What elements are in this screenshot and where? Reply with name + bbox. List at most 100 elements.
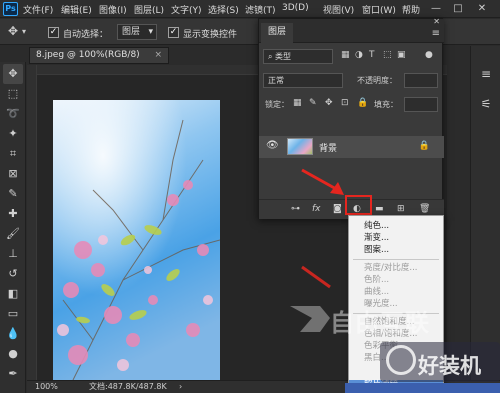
move-icon[interactable]: ✥ (3, 64, 23, 84)
visibility-eye-icon[interactable]: 👁 (266, 140, 279, 151)
eraser-icon[interactable]: ◧ (3, 284, 23, 304)
history-brush-icon[interactable]: ↺ (3, 264, 23, 284)
layer-lock-icon[interactable]: 🔒 (419, 141, 430, 151)
minimize-icon[interactable]: — (428, 2, 444, 16)
photoshop-logo-icon: Ps (3, 2, 18, 16)
watermark-text: 自由互联 (330, 309, 430, 337)
menu-bar: Ps 文件(F) 编辑(E) 图像(I) 图层(L) 文字(Y) 选择(S) 滤… (0, 0, 500, 18)
lock-all-icon[interactable]: 🔒 (357, 98, 368, 108)
fx-icon[interactable]: fx (312, 204, 321, 214)
magic-wand-icon[interactable]: ✦ (3, 124, 23, 144)
panel-options-icon[interactable]: ≡ (432, 28, 440, 39)
stamp-icon[interactable]: ⊥ (3, 244, 23, 264)
menu-view[interactable]: 视图(V) (323, 3, 354, 16)
document-tab[interactable]: 8.jpeg @ 100%(RGB/8) × (29, 47, 169, 64)
panel-menu-icon[interactable]: ≡ (478, 66, 494, 82)
marquee-icon[interactable]: ⬚ (3, 84, 23, 104)
document-image[interactable] (53, 100, 220, 380)
filter-toggle-icon[interactable]: ● (425, 50, 433, 60)
lock-position-icon[interactable]: ✥ (325, 98, 333, 108)
menu-item-brightness-contrast[interactable]: 亮度/对比度... (349, 263, 443, 274)
add-mask-icon[interactable]: ◙ (333, 204, 342, 214)
layer-row-background[interactable]: 👁 背景 🔒 (259, 136, 444, 158)
show-transform-label: 显示变换控件 (183, 30, 238, 40)
fill-field[interactable] (404, 97, 438, 112)
lock-transparent-icon[interactable]: ▦ (293, 98, 302, 108)
pen-icon[interactable]: ✒ (3, 364, 23, 384)
eyedropper-icon[interactable]: ✎ (3, 184, 23, 204)
document-title: 8.jpeg @ 100%(RGB/8) (36, 50, 140, 60)
opacity-field[interactable] (404, 73, 438, 88)
close-icon[interactable]: × (154, 48, 162, 63)
lock-label: 锁定： (265, 100, 289, 109)
opacity-label: 不透明度： (357, 76, 397, 85)
arrow-annotation-icon (301, 168, 344, 195)
menu-filter[interactable]: 滤镜(T) (245, 3, 276, 16)
menu-separator (353, 259, 439, 260)
menu-item-solid-color[interactable]: 纯色... (349, 221, 443, 232)
menu-item-curves[interactable]: 曲线... (349, 287, 443, 298)
show-transform-checkbox[interactable]: ✓ (168, 27, 179, 38)
layers-panel: 图层 ✕ ≡ ⌕ 类型 ▦ ◑ T ⬚ ▣ ● 正常 不透明度： 锁定： ▦ ✎… (258, 17, 444, 219)
arrow-annotation-icon (301, 265, 331, 289)
zoom-level[interactable]: 100% (35, 381, 58, 393)
link-layers-icon[interactable]: ⊶ (291, 204, 300, 214)
frame-icon[interactable]: ⊠ (3, 164, 23, 184)
panel-close-icon[interactable]: ✕ (433, 17, 440, 26)
blend-row: 正常 不透明度： (259, 71, 444, 91)
brush-icon[interactable]: 🖌 (3, 224, 23, 244)
blur-icon[interactable]: 💧 (3, 324, 23, 344)
menu-edit[interactable]: 编辑(E) (61, 3, 92, 16)
new-layer-icon[interactable]: ⊞ (397, 204, 405, 214)
lock-image-icon[interactable]: ✎ (309, 98, 317, 108)
lasso-icon[interactable]: ➰ (3, 104, 23, 124)
menu-type[interactable]: 文字(Y) (171, 3, 202, 16)
menu-file[interactable]: 文件(F) (23, 3, 53, 16)
menu-item-gradient[interactable]: 渐变... (349, 233, 443, 244)
auto-select-checkbox[interactable]: ✓ (48, 27, 59, 38)
filter-row: ⌕ 类型 ▦ ◑ T ⬚ ▣ ● (259, 47, 444, 67)
layer-thumbnail (287, 138, 313, 155)
healing-icon[interactable]: ✚ (3, 204, 23, 224)
blossom-photo (53, 100, 220, 380)
menu-item-pattern[interactable]: 图案... (349, 245, 443, 256)
menu-item-levels[interactable]: 色阶... (349, 275, 443, 286)
auto-select-dropdown[interactable]: 图层 ▾ (117, 24, 157, 40)
menu-select[interactable]: 选择(S) (208, 3, 239, 16)
layer-name[interactable]: 背景 (319, 141, 337, 154)
filter-kind-value: 类型 (275, 52, 292, 61)
adjust-sliders-icon[interactable]: ⚟ (478, 96, 494, 112)
lock-artboard-icon[interactable]: ⊡ (341, 98, 349, 108)
filter-type-icon[interactable]: T (369, 50, 375, 60)
auto-select-label: 自动选择： (63, 30, 109, 40)
watermark-badge-text: 好装机 (418, 354, 481, 378)
menu-help[interactable]: 帮助 (402, 3, 420, 16)
ruler-vertical (27, 65, 37, 380)
menu-layer[interactable]: 图层(L) (134, 3, 164, 16)
status-arrow-icon[interactable]: › (179, 381, 182, 393)
filter-smart-icon[interactable]: ▣ (397, 50, 406, 60)
menu-image[interactable]: 图像(I) (99, 3, 127, 16)
right-dock: ≡ ⚟ (470, 46, 500, 380)
close-window-icon[interactable]: ✕ (474, 2, 490, 16)
crop-icon[interactable]: ⌗ (3, 144, 23, 164)
blend-mode-value: 正常 (268, 76, 284, 85)
delete-layer-icon[interactable]: 🗑 (419, 204, 430, 214)
filter-shape-icon[interactable]: ⬚ (383, 50, 392, 60)
filter-adjustment-icon[interactable]: ◑ (355, 50, 363, 60)
gradient-icon[interactable]: ▭ (3, 304, 23, 324)
dodge-icon[interactable]: ● (3, 344, 23, 364)
tab-layers[interactable]: 图层 (261, 23, 293, 43)
filter-pixel-icon[interactable]: ▦ (341, 50, 350, 60)
group-folder-icon[interactable]: ▬ (375, 204, 384, 214)
move-tool-preset-icon[interactable]: ✥ (8, 24, 18, 38)
maximize-icon[interactable]: □ (450, 2, 466, 16)
chevron-down-icon[interactable]: ▾ (22, 27, 26, 36)
chevron-down-icon: ▾ (148, 27, 153, 37)
filter-kind-select[interactable]: ⌕ 类型 (263, 49, 333, 64)
tools-panel: ✥ ⬚ ➰ ✦ ⌗ ⊠ ✎ ✚ 🖌 ⊥ ↺ ◧ ▭ 💧 ● ✒ (0, 62, 26, 393)
menu-3d[interactable]: 3D(D) (282, 3, 309, 13)
auto-select-value: 图层 (122, 27, 141, 37)
menu-window[interactable]: 窗口(W) (362, 3, 396, 16)
blend-mode-select[interactable]: 正常 (263, 73, 343, 88)
